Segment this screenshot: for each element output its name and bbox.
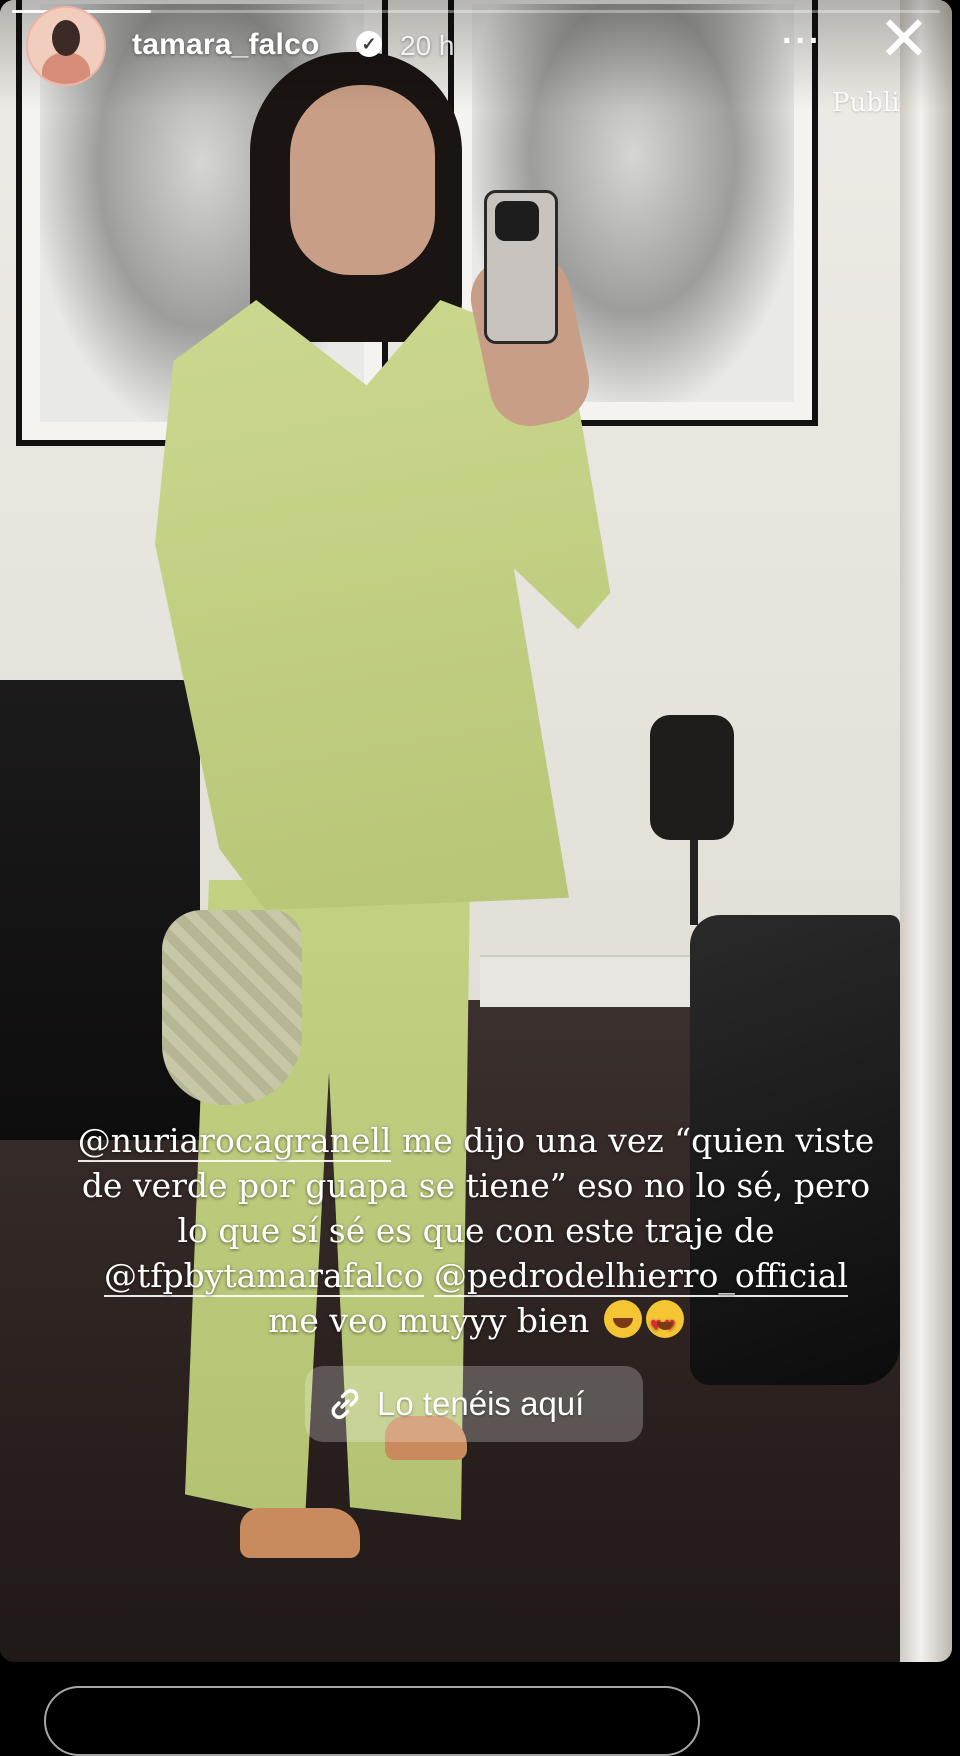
story-header: tamara_falco ✓ 20 h ··· ✕ Publi	[0, 0, 952, 118]
mention-nuriarocagranell[interactable]: @nuriarocagranell	[77, 1121, 392, 1162]
caption-line1: me dijo una vez “quien viste	[391, 1121, 875, 1160]
mention-pedrodelhierro[interactable]: @pedrodelhierro_official	[434, 1256, 849, 1297]
link-sticker[interactable]: Lo tenéis aquí	[305, 1366, 643, 1442]
rofl-emoji-icon	[603, 1300, 642, 1338]
username[interactable]: tamara_falco	[132, 28, 320, 62]
post-time: 20 h	[400, 30, 455, 61]
verified-badge-icon: ✓	[356, 31, 382, 57]
shoe-left	[240, 1508, 360, 1558]
avatar[interactable]	[26, 6, 106, 86]
woven-handbag	[162, 910, 302, 1105]
person-face	[290, 85, 435, 275]
close-icon[interactable]: ✕	[874, 9, 934, 72]
heart-eyes-emoji-icon	[645, 1300, 684, 1349]
link-icon	[331, 1389, 359, 1419]
phone	[484, 190, 558, 344]
story-progress-bar	[12, 10, 940, 13]
caption-line2: de verde por guapa se tiene” eso no lo s…	[81, 1166, 871, 1205]
caption-line3: lo que sí sé es que con este traje de	[177, 1211, 775, 1250]
chair-pole	[690, 835, 698, 925]
caption-line5: me veo muyyy bien	[268, 1301, 590, 1340]
mention-tfpbytamarafalco[interactable]: @tfpbytamarafalco	[103, 1256, 424, 1297]
link-sticker-label: Lo tenéis aquí	[377, 1385, 585, 1422]
publi-label: Publi	[832, 88, 900, 118]
story-caption: @nuriarocagranell me dijo una vez “quien…	[60, 1118, 892, 1349]
chair-headrest	[650, 715, 734, 840]
reply-input[interactable]	[44, 1686, 700, 1756]
mirror-edge	[900, 0, 952, 1662]
more-options-icon[interactable]: ···	[782, 24, 822, 58]
